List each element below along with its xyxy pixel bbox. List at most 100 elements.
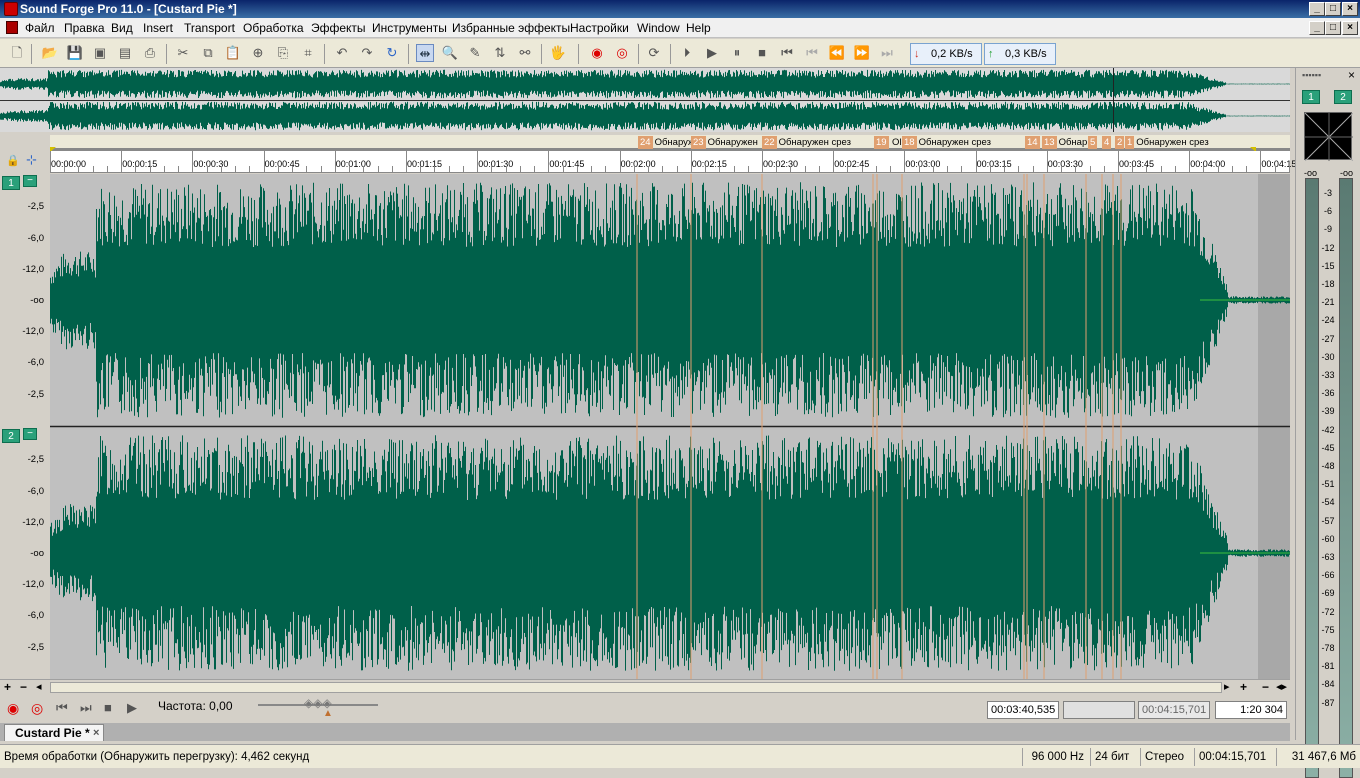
cut-icon[interactable]: ✂ xyxy=(174,44,192,62)
scroll-left-arrow-icon[interactable]: ◂ xyxy=(36,680,42,693)
fast-forward-icon[interactable]: ⏩ xyxy=(853,44,871,62)
meter-peak-left[interactable]: -oo xyxy=(1304,168,1317,178)
channel-2-minimize-button[interactable]: − xyxy=(23,428,37,440)
repeat-icon[interactable]: ↻ xyxy=(383,44,401,62)
zoom-out-vertical-button[interactable]: − xyxy=(20,680,27,694)
play-icon[interactable]: ▶ xyxy=(127,700,137,716)
marker-24[interactable]: 24 Обнаруж xyxy=(638,136,694,149)
record-arm-icon[interactable]: ◎ xyxy=(31,700,43,717)
new-file-icon[interactable]: 🗋 xyxy=(8,44,26,62)
menu-process[interactable]: Обработка xyxy=(243,21,304,35)
event-tool-icon[interactable]: ⚯ xyxy=(516,44,534,62)
marker-13[interactable]: 13 Обнар xyxy=(1042,136,1087,149)
channel-1-minimize-button[interactable]: − xyxy=(23,175,37,187)
marker-19[interactable]: 19 xyxy=(874,136,891,149)
scroll-right-arrow-icon[interactable]: ▸ xyxy=(1224,680,1230,693)
zoom-range-icon[interactable]: ◂▸ xyxy=(1276,680,1287,693)
doc-minimize-button[interactable]: _ xyxy=(1309,21,1325,35)
meter-channel-1-button[interactable]: 1 xyxy=(1302,90,1320,104)
cursor-position-field[interactable]: 00:03:40,535 xyxy=(987,701,1059,719)
snap-icon[interactable]: ⊹ xyxy=(26,152,37,168)
stop-icon[interactable]: ■ xyxy=(104,700,112,715)
selection-field[interactable] xyxy=(1063,701,1135,719)
envelope-tool-icon[interactable]: ⇅ xyxy=(491,44,509,62)
edit-tool-icon[interactable]: ⇹ xyxy=(416,44,434,62)
trim-icon[interactable]: ⌗ xyxy=(299,44,317,62)
menu-options[interactable]: Настройки xyxy=(570,21,629,35)
zoom-out-horizontal-button[interactable]: − xyxy=(1262,680,1269,694)
pause-icon[interactable]: ⏸ xyxy=(728,44,746,62)
go-to-end-icon[interactable]: ⏭ xyxy=(878,44,896,62)
zoom-in-horizontal-button[interactable]: + xyxy=(1240,680,1247,694)
menu-edit[interactable]: Правка xyxy=(64,21,105,35)
maximize-window-button[interactable]: □ xyxy=(1325,2,1341,16)
go-to-end-icon[interactable]: ⏭ xyxy=(80,700,92,716)
go-to-start-icon[interactable]: ⏮ xyxy=(56,700,68,716)
play-all-icon[interactable]: ⏵ xyxy=(678,44,696,62)
menu-transport[interactable]: Transport xyxy=(184,21,235,35)
marker-22[interactable]: 22 Обнаружен срез xyxy=(762,136,851,149)
undo-icon[interactable]: ↶ xyxy=(333,44,351,62)
stop-icon[interactable]: ■ xyxy=(753,44,771,62)
record-icon[interactable]: ◉ xyxy=(7,700,19,717)
close-tab-icon[interactable]: × xyxy=(93,725,99,741)
doc-close-button[interactable]: × xyxy=(1342,21,1358,35)
save-as-icon[interactable]: ▣ xyxy=(91,44,109,62)
menu-tools[interactable]: Инструменты xyxy=(372,21,447,35)
menu-view[interactable]: Вид xyxy=(111,21,133,35)
prev-region-icon[interactable]: ⏮ xyxy=(803,44,821,62)
meter-peak-right[interactable]: -oo xyxy=(1340,168,1353,178)
marker-bar[interactable]: 24 Обнаруж 23 Обнаружен 22 Обнаружен срез 1… xyxy=(50,135,1290,152)
zoom-in-vertical-button[interactable]: + xyxy=(4,680,11,694)
horizontal-scrollbar[interactable] xyxy=(50,682,1222,693)
plugin-chain-icon[interactable]: 🖐 xyxy=(549,44,567,62)
document-tab[interactable]: Custard Pie * × xyxy=(4,724,104,741)
menu-effects[interactable]: Эффекты xyxy=(311,21,366,35)
overview-bar[interactable] xyxy=(0,68,1290,132)
menu-help[interactable]: Help xyxy=(686,21,711,35)
marker-18[interactable]: 18 Обнаружен срез xyxy=(902,136,991,149)
menu-window[interactable]: Window xyxy=(637,21,680,35)
menu-file[interactable]: Файл xyxy=(25,21,55,35)
mix-icon[interactable]: ⊕ xyxy=(249,44,267,62)
close-window-button[interactable]: × xyxy=(1342,2,1358,16)
time-ruler[interactable]: 00:00:00 00:00:15 00:00:30 00:00:45 00:01:00… xyxy=(50,151,1319,173)
render-icon[interactable]: ▤ xyxy=(116,44,134,62)
open-folder-icon[interactable]: 📂 xyxy=(41,44,59,62)
marker-1[interactable]: 1 Обнаружен срез xyxy=(1125,136,1209,149)
rewind-icon[interactable]: ⏪ xyxy=(828,44,846,62)
magnify-tool-icon[interactable]: 🔍 xyxy=(441,44,459,62)
menu-favorites[interactable]: Избранные эффекты xyxy=(452,21,570,35)
redo-icon[interactable]: ↷ xyxy=(358,44,376,62)
marker-ol[interactable]: Ol xyxy=(892,136,902,149)
menu-insert[interactable]: Insert xyxy=(143,21,173,35)
paste-icon[interactable]: 📋 xyxy=(224,44,242,62)
paste-new-icon[interactable]: ⎘ xyxy=(274,44,292,62)
record-icon[interactable]: ◉ xyxy=(588,44,606,62)
marker-5[interactable]: 5 xyxy=(1088,136,1099,149)
loop-icon[interactable]: ⟳ xyxy=(645,44,663,62)
grip-icon[interactable]: ▪▪▪▪▪▪ xyxy=(1302,70,1321,80)
play-icon[interactable]: ▶ xyxy=(703,44,721,62)
channel-1-button[interactable]: 1 xyxy=(2,176,20,190)
marker-14[interactable]: 14 xyxy=(1025,136,1042,149)
marker-23[interactable]: 23 Обнаружен xyxy=(691,136,758,149)
pencil-tool-icon[interactable]: ✎ xyxy=(466,44,484,62)
length-field[interactable]: 00:04:15,701 xyxy=(1138,701,1210,719)
waveform-area[interactable] xyxy=(50,174,1290,679)
record-arm-icon[interactable]: ◎ xyxy=(613,44,631,62)
document-icon[interactable] xyxy=(6,21,18,34)
zoom-ratio-field[interactable]: 1:20 304 xyxy=(1215,701,1287,719)
meter-channel-2-button[interactable]: 2 xyxy=(1334,90,1352,104)
channel-2-button[interactable]: 2 xyxy=(2,429,20,443)
doc-restore-button[interactable]: □ xyxy=(1325,21,1341,35)
marker-4[interactable]: 4 xyxy=(1102,136,1113,149)
close-meter-icon[interactable]: × xyxy=(1348,68,1355,82)
minimize-window-button[interactable]: _ xyxy=(1309,2,1325,16)
save-icon[interactable]: 💾 xyxy=(66,44,84,62)
copy-icon[interactable]: ⧉ xyxy=(199,44,217,62)
toolbar-separator xyxy=(408,44,409,64)
print-icon[interactable]: ⎙ xyxy=(141,44,159,62)
go-to-start-icon[interactable]: ⏮ xyxy=(778,44,796,62)
lock-icon[interactable]: 🔒 xyxy=(6,154,20,167)
